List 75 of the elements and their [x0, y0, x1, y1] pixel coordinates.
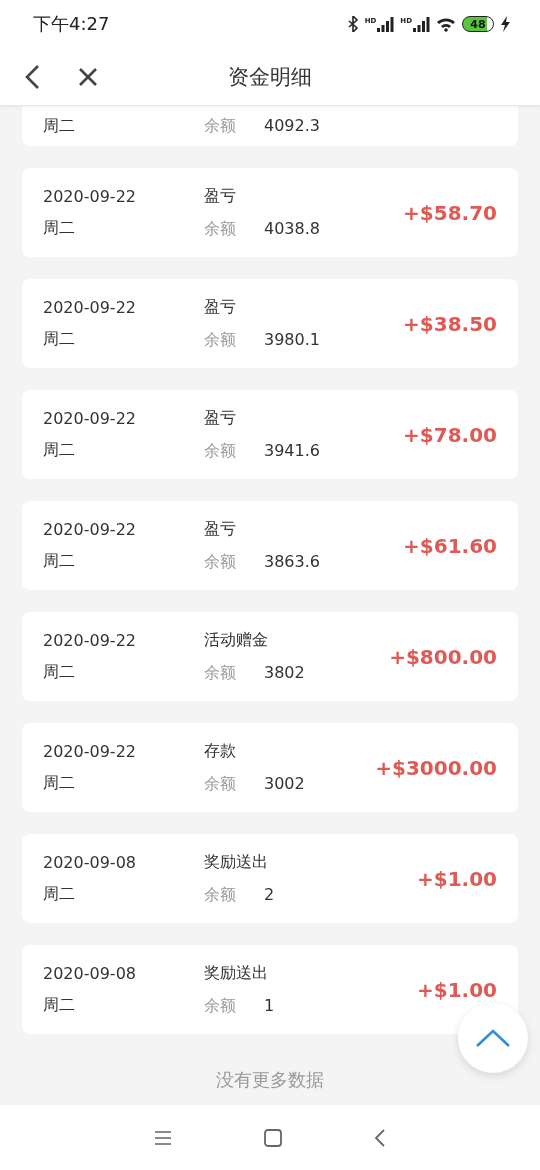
record-type: 盈亏 [204, 407, 237, 429]
bluetooth-icon [346, 16, 359, 32]
balance-label: 余额 [204, 773, 236, 795]
record-amount: +$38.50 [403, 311, 497, 336]
balance-label: 余额 [204, 218, 236, 240]
signal-icon [413, 16, 430, 32]
record-date: 2020-09-08 [43, 852, 137, 872]
balance-label: 余额 [204, 551, 236, 573]
wifi-icon [436, 16, 456, 32]
record-weekday: 周二 [43, 883, 76, 905]
balance-value: 3802 [264, 662, 305, 684]
record-type: 奖励送出 [204, 962, 269, 984]
record-card[interactable]: 2020-09-22 周二 盈亏 余额 3980.1 +$38.50 [22, 279, 518, 368]
balance-value: 4038.8 [264, 218, 320, 240]
record-weekday: 周二 [43, 328, 76, 350]
record-amount: +$1.00 [416, 977, 497, 1002]
menu-button[interactable] [154, 1131, 172, 1145]
record-date: 2020-09-22 [43, 519, 137, 539]
record-amount: +$1.00 [416, 866, 497, 891]
record-amount: +$61.60 [403, 533, 497, 558]
record-date: 2020-09-22 [43, 186, 137, 206]
record-date: 2020-09-22 [43, 408, 137, 428]
balance-value: 4092.3 [264, 115, 320, 137]
balance-value: 3002 [264, 773, 305, 795]
record-card[interactable]: 2020-09-08 周二 奖励送出 余额 1 +$1.00 [22, 945, 518, 1034]
clock-time: 下午4:27 [33, 12, 111, 36]
record-card[interactable]: 2020-09-22 周二 存款 余额 3002 +$3000.00 [22, 723, 518, 812]
record-type: 活动赠金 [204, 629, 269, 651]
signal-icon [377, 16, 395, 32]
record-card[interactable]: 2020-09-08 周二 奖励送出 余额 2 +$1.00 [22, 834, 518, 923]
back-nav-button[interactable] [374, 1129, 386, 1147]
balance-value: 3980.1 [264, 329, 320, 351]
balance-value: 2 [264, 884, 275, 906]
home-button[interactable] [264, 1129, 282, 1147]
close-button[interactable] [78, 66, 98, 87]
record-card[interactable]: 2020-09-22 周二 盈亏 余额 3941.6 +$78.00 [22, 390, 518, 479]
record-weekday: 周二 [43, 115, 76, 137]
record-date: 2020-09-22 [43, 741, 137, 761]
no-more-data-text: 没有更多数据 [215, 1068, 325, 1092]
record-card[interactable]: 2020-09-22 周二 盈亏 余额 3863.6 +$61.60 [22, 501, 518, 590]
balance-value: 3941.6 [264, 440, 320, 462]
record-type: 奖励送出 [204, 851, 269, 873]
chevron-up-icon [475, 1028, 511, 1048]
record-type: 盈亏 [204, 296, 237, 318]
balance-label: 余额 [204, 884, 236, 906]
charging-icon [500, 16, 510, 32]
record-type: 盈亏 [204, 518, 237, 540]
back-button[interactable] [24, 63, 40, 90]
record-type: 存款 [204, 740, 237, 762]
balance-label: 余额 [204, 329, 236, 351]
record-date: 2020-09-22 [43, 297, 137, 317]
record-weekday: 周二 [43, 994, 76, 1016]
record-weekday: 周二 [43, 550, 76, 572]
record-weekday: 周二 [43, 661, 76, 683]
record-amount: +$58.70 [403, 200, 497, 225]
balance-label: 余额 [204, 662, 236, 684]
balance-label: 余额 [204, 995, 236, 1017]
record-amount: +$3000.00 [375, 755, 497, 780]
battery-indicator: 48 [462, 16, 494, 32]
record-card[interactable]: 周二 余额 4092.3 [22, 106, 518, 146]
record-date: 2020-09-08 [43, 963, 137, 983]
balance-value: 3863.6 [264, 551, 320, 573]
record-weekday: 周二 [43, 217, 76, 239]
balance-label: 余额 [204, 115, 236, 137]
record-date: 2020-09-22 [43, 630, 137, 650]
record-type: 盈亏 [204, 185, 237, 207]
balance-value: 1 [264, 995, 275, 1017]
record-weekday: 周二 [43, 772, 76, 794]
record-card[interactable]: 2020-09-22 周二 活动赠金 余额 3802 +$800.00 [22, 612, 518, 701]
balance-label: 余额 [204, 440, 236, 462]
record-amount: +$78.00 [403, 422, 497, 447]
record-amount: +$800.00 [389, 644, 497, 669]
record-weekday: 周二 [43, 439, 76, 461]
record-card[interactable]: 2020-09-22 周二 盈亏 余额 4038.8 +$58.70 [22, 168, 518, 257]
page-title: 资金明细 [228, 63, 312, 91]
